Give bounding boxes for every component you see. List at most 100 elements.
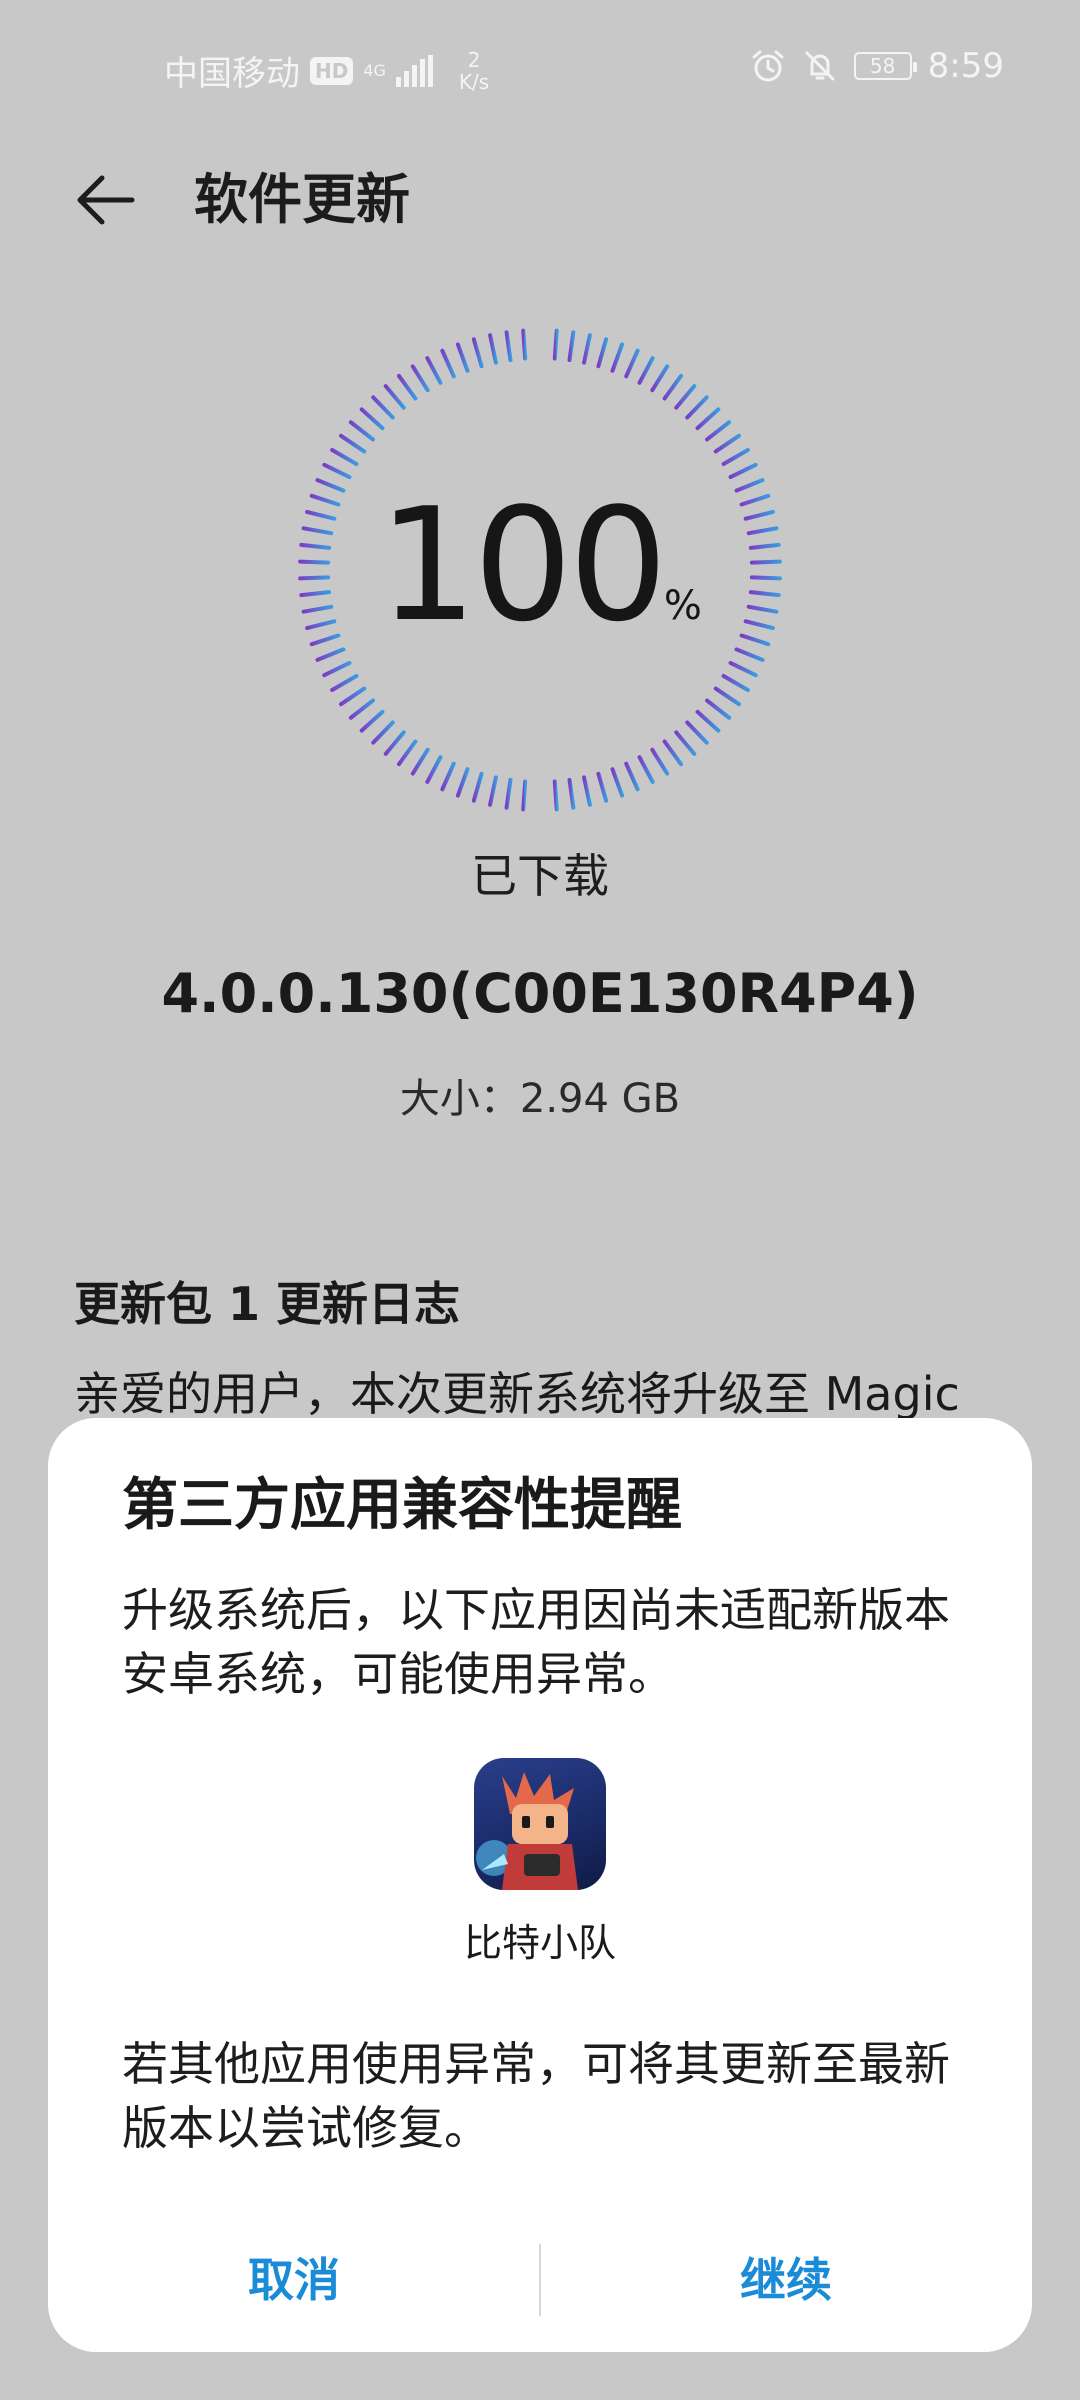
progress-tick <box>359 407 385 431</box>
progress-tick <box>315 647 346 662</box>
progress-tick <box>662 373 684 401</box>
status-bar: 中国移动 HD 4G 2 K/s 58 8:59 <box>0 0 1080 140</box>
progress-value: 100 <box>378 474 668 656</box>
progress-tick <box>504 777 513 810</box>
page-title: 软件更新 <box>194 168 410 231</box>
progress-tick <box>695 407 721 431</box>
progress-tick <box>610 767 625 798</box>
progress-tick <box>705 420 732 442</box>
progress-tick <box>348 420 375 442</box>
continue-button[interactable]: 继续 <box>540 2230 1032 2330</box>
back-arrow-icon[interactable] <box>70 164 142 236</box>
progress-tick <box>582 333 592 365</box>
progress-tick <box>359 709 385 733</box>
progress-tick <box>637 755 655 784</box>
progress-tick <box>674 730 697 756</box>
progress-tick <box>371 395 395 420</box>
status-right: 58 8:59 <box>750 46 1004 86</box>
progress-tick <box>596 337 609 369</box>
progress-tick <box>552 328 559 361</box>
progress-tick <box>455 342 470 373</box>
app-header: 软件更新 <box>0 140 1080 260</box>
progress-unit: % <box>663 583 702 629</box>
app-icon <box>474 1758 606 1890</box>
changelog-text: 亲爱的用户，本次更新系统将升级至 Magic <box>74 1367 960 1421</box>
progress-tick <box>567 777 576 810</box>
progress-tick <box>339 433 367 454</box>
progress-tick <box>685 720 709 745</box>
progress-tick <box>610 342 625 373</box>
progress-tick <box>713 686 741 707</box>
compatibility-dialog: 第三方应用兼容性提醒 升级系统后，以下应用因尚未适配新版本安卓系统，可能使用异常… <box>48 1418 1032 2352</box>
network-speed-value: 2 <box>467 47 481 72</box>
progress-tick <box>471 771 484 803</box>
progress-tick <box>383 730 406 756</box>
battery-icon: 58 <box>853 52 917 80</box>
progress-tick <box>567 330 576 363</box>
dialog-actions: 取消 继续 <box>48 2230 1032 2330</box>
progress-tick <box>471 337 484 369</box>
progress-tick <box>721 674 750 692</box>
download-status: 已下载 <box>471 849 609 903</box>
progress-tick <box>440 348 456 379</box>
screen: 中国移动 HD 4G 2 K/s 58 8:59 软件更新 100% 已下载 4… <box>0 0 1080 2400</box>
version-number: 4.0.0.130(C00E130R4P4) <box>161 962 919 1025</box>
progress-tick <box>650 747 670 776</box>
dialog-title: 第三方应用兼容性提醒 <box>122 1473 682 1538</box>
progress-tick <box>488 333 498 365</box>
progress-tick <box>396 373 418 401</box>
network-speed: 2 K/s <box>459 49 489 93</box>
alarm-icon <box>752 50 784 82</box>
hd-icon: HD <box>310 56 354 85</box>
progress-tick <box>674 384 697 410</box>
progress-tick <box>425 755 443 784</box>
carrier-name: 中国移动 <box>164 54 300 94</box>
signal-icon <box>395 54 433 87</box>
progress-tick <box>637 356 655 385</box>
progress-tick <box>504 330 513 363</box>
progress-tick <box>582 775 592 807</box>
progress-tick <box>488 775 498 807</box>
progress-tick <box>322 462 352 480</box>
battery-level: 58 <box>869 54 896 78</box>
progress-tick <box>348 698 375 720</box>
progress-tick <box>410 364 430 393</box>
progress-tick <box>695 709 721 733</box>
dialog-message: 升级系统后，以下应用因尚未适配新版本安卓系统，可能使用异常。 <box>122 1583 950 1701</box>
progress-tick <box>552 779 559 812</box>
dialog-note: 若其他应用使用异常，可将其更新至最新版本以尝试修复。 <box>122 2037 950 2155</box>
progress-percent: 100% <box>290 485 790 645</box>
progress-tick <box>330 674 359 692</box>
progress-tick <box>734 647 765 662</box>
cancel-button[interactable]: 取消 <box>48 2230 540 2330</box>
progress-tick <box>383 384 406 410</box>
progress-tick <box>662 739 684 767</box>
progress-tick <box>728 462 758 480</box>
download-progress-ring: 100% <box>290 320 790 820</box>
progress-tick <box>650 364 670 393</box>
progress-tick <box>728 660 758 678</box>
progress-tick <box>721 448 750 466</box>
progress-tick <box>440 761 456 792</box>
progress-tick <box>521 328 528 361</box>
progress-tick <box>624 761 640 792</box>
progress-tick <box>521 779 528 812</box>
progress-tick <box>425 356 443 385</box>
character-art <box>476 1772 578 1890</box>
clock: 8:59 <box>927 46 1004 86</box>
app-name: 比特小队 <box>463 1921 616 1965</box>
progress-tick <box>596 771 609 803</box>
package-size: 大小：2.94 GB <box>399 1076 681 1122</box>
network-type-label: 4G <box>363 60 386 80</box>
progress-tick <box>624 348 640 379</box>
progress-tick <box>455 767 470 798</box>
network-speed-unit: K/s <box>458 69 490 94</box>
progress-tick <box>713 433 741 454</box>
progress-tick <box>396 739 418 767</box>
progress-tick <box>705 698 732 720</box>
progress-tick <box>339 686 367 707</box>
status-left: 中国移动 HD 4G 2 K/s <box>164 46 489 95</box>
mute-notification-icon <box>805 51 835 81</box>
progress-tick <box>330 448 359 466</box>
progress-tick <box>685 395 709 420</box>
